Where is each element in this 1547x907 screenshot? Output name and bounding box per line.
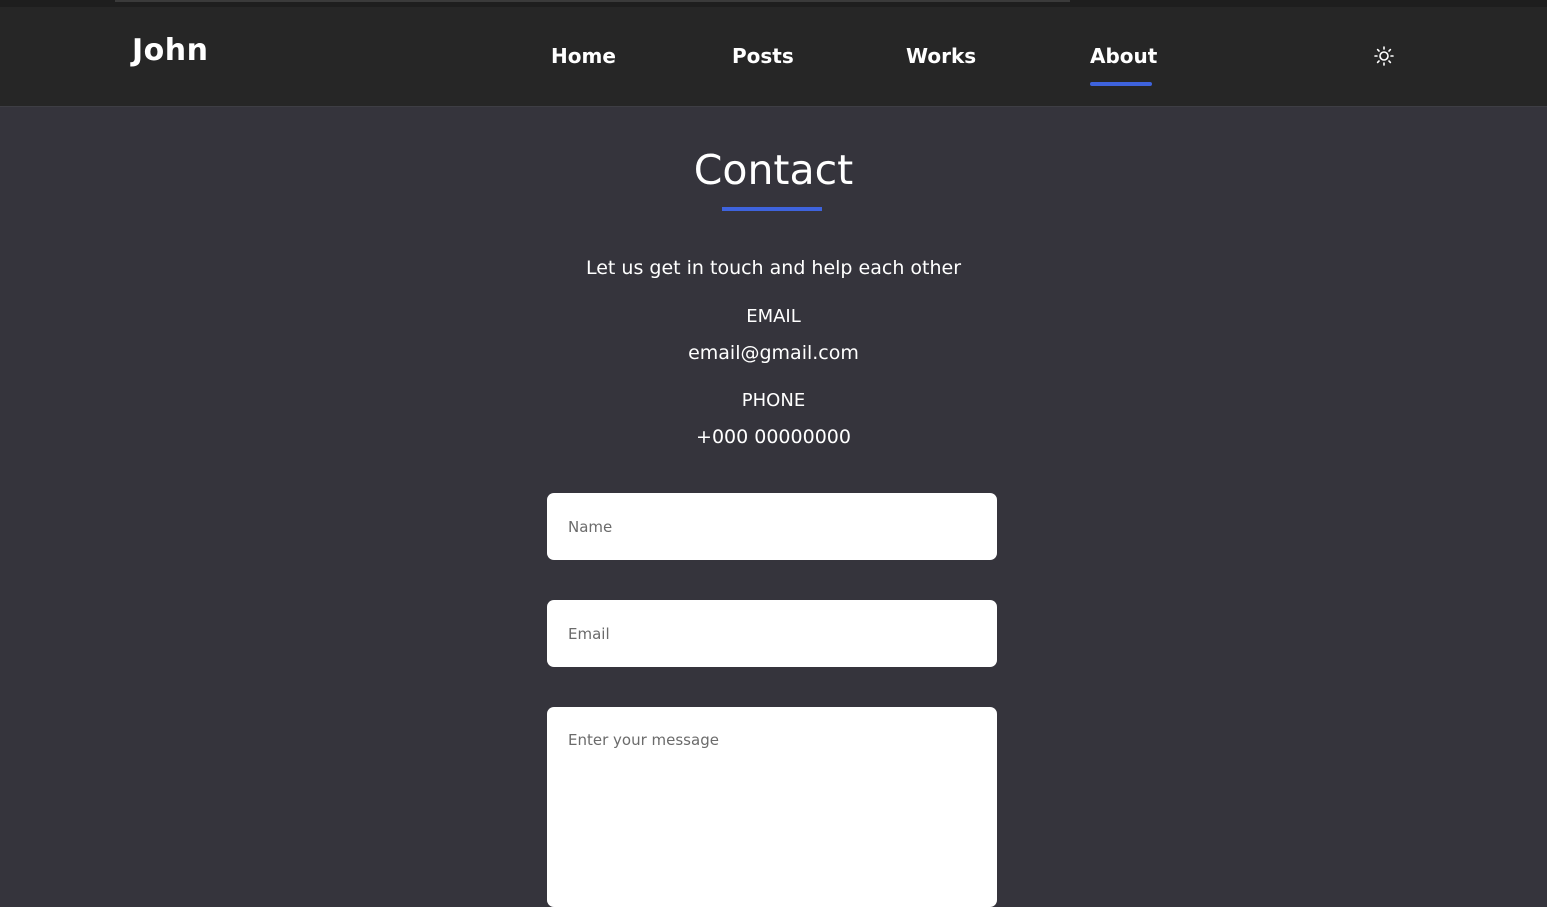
brand-logo[interactable]: John bbox=[132, 33, 209, 68]
top-strip-line bbox=[115, 0, 1070, 2]
nav-link-home[interactable]: Home bbox=[551, 44, 616, 68]
sun-icon bbox=[1374, 46, 1394, 66]
browser-top-strip bbox=[0, 0, 1547, 7]
phone-label: PHONE bbox=[741, 390, 806, 411]
nav-link-works[interactable]: Works bbox=[906, 44, 976, 68]
title-underline bbox=[722, 207, 822, 211]
email-value: email@gmail.com bbox=[688, 342, 859, 364]
page-title: Contact bbox=[693, 146, 854, 194]
nav-link-about[interactable]: About bbox=[1090, 44, 1157, 68]
nav-link-posts[interactable]: Posts bbox=[732, 44, 794, 68]
active-nav-indicator bbox=[1090, 82, 1152, 86]
name-input[interactable] bbox=[547, 493, 997, 560]
phone-value: +000 00000000 bbox=[696, 426, 851, 448]
email-input[interactable] bbox=[547, 600, 997, 667]
contact-tagline: Let us get in touch and help each other bbox=[585, 257, 962, 279]
message-textarea[interactable] bbox=[547, 707, 997, 907]
navbar: John Home Posts Works About bbox=[0, 7, 1547, 107]
theme-toggle-button[interactable] bbox=[1373, 45, 1395, 67]
email-label: EMAIL bbox=[746, 306, 801, 327]
